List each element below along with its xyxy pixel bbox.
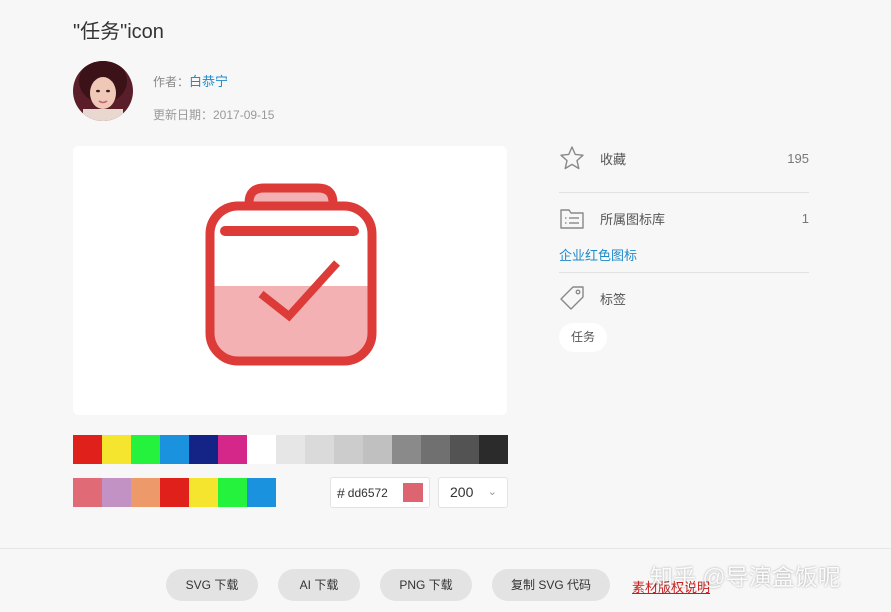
svg-download-button[interactable]: SVG 下载 (166, 569, 258, 601)
color-chip[interactable] (403, 483, 423, 502)
color-swatch[interactable] (479, 435, 508, 464)
author-line: 作者：白恭宁 (153, 71, 228, 90)
library-label: 所属图标库 (600, 211, 666, 227)
library-name-link[interactable]: 企业红色图标 (559, 245, 637, 264)
color-swatch[interactable] (160, 478, 189, 507)
divider (559, 192, 809, 193)
author-avatar[interactable] (73, 61, 133, 121)
color-swatch[interactable] (189, 478, 218, 507)
ai-download-button[interactable]: AI 下载 (278, 569, 360, 601)
color-swatch[interactable] (218, 435, 247, 464)
color-palette-recent (73, 478, 276, 507)
color-swatch[interactable] (131, 435, 160, 464)
task-bag-check-icon (205, 183, 377, 366)
favorites-row[interactable]: 收藏 195 (559, 144, 809, 172)
hex-value: dd6572 (347, 485, 388, 500)
color-swatch[interactable] (218, 478, 247, 507)
tag-chip[interactable]: 任务 (559, 323, 608, 352)
folder-list-icon (560, 209, 584, 229)
color-swatch[interactable] (102, 478, 131, 507)
favorites-count: 195 (787, 150, 809, 166)
hash-symbol: # (337, 484, 345, 501)
color-swatch[interactable] (305, 435, 334, 464)
update-date: 更新日期：2017-09-15 (153, 108, 275, 122)
library-row: 所属图标库 1 (559, 204, 809, 232)
chevron-down-icon: ⌄ (487, 486, 497, 498)
color-swatch[interactable] (276, 435, 305, 464)
png-download-button[interactable]: PNG 下载 (380, 569, 472, 601)
size-value: 200 (450, 484, 474, 500)
color-swatch[interactable] (102, 435, 131, 464)
color-swatch[interactable] (247, 435, 276, 464)
color-swatch[interactable] (392, 435, 421, 464)
color-swatch[interactable] (189, 435, 218, 464)
size-select[interactable]: 200 ⌄ (438, 477, 508, 508)
color-swatch[interactable] (334, 435, 363, 464)
color-swatch[interactable] (450, 435, 479, 464)
icon-preview (73, 146, 507, 415)
star-icon[interactable] (559, 145, 585, 171)
color-swatch[interactable] (73, 478, 102, 507)
divider (559, 272, 809, 273)
watermark: 知乎 @导演盒饭呢 (650, 564, 841, 590)
color-swatch[interactable] (73, 435, 102, 464)
color-palette-primary (73, 435, 508, 464)
page-title: "任务"icon (73, 21, 164, 43)
tags-row: 标签 (559, 284, 809, 312)
color-swatch[interactable] (160, 435, 189, 464)
library-count: 1 (801, 210, 809, 226)
favorites-label: 收藏 (600, 151, 627, 167)
tags-label: 标签 (600, 291, 627, 307)
author-label: 作者： (153, 75, 190, 89)
hex-color-input[interactable]: # dd6572 (330, 477, 430, 508)
color-swatch[interactable] (247, 478, 276, 507)
tag-icon (560, 286, 584, 310)
color-swatch[interactable] (131, 478, 160, 507)
color-swatch[interactable] (363, 435, 392, 464)
author-name-link[interactable]: 白恭宁 (189, 74, 228, 89)
copy-svg-code-button[interactable]: 复制 SVG 代码 (492, 569, 610, 601)
color-swatch[interactable] (421, 435, 450, 464)
